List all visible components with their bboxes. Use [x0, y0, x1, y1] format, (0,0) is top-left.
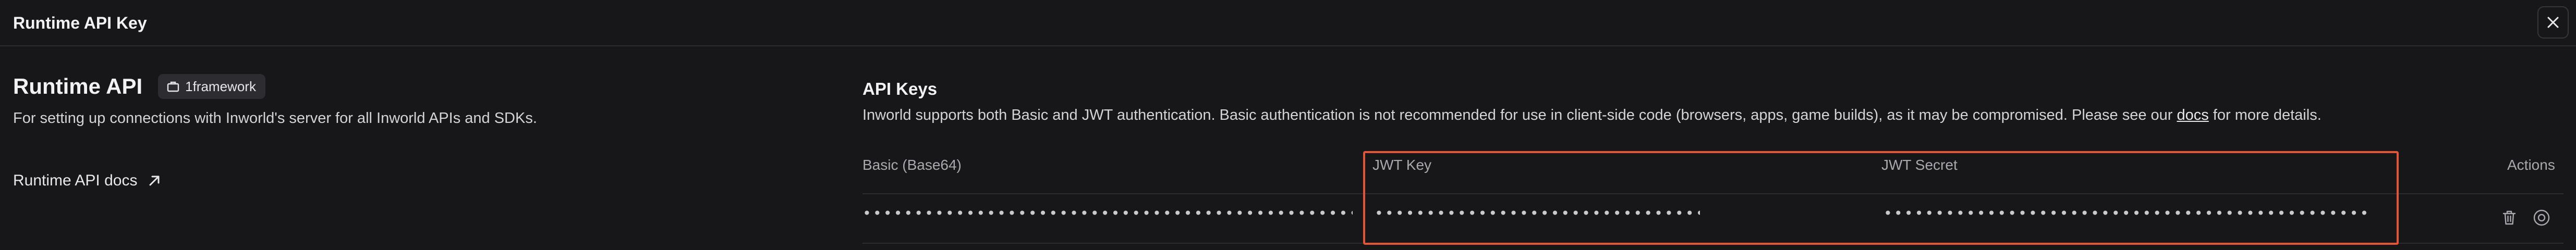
jwt-columns-highlight: [1363, 151, 2399, 245]
jwt-secret-value[interactable]: ••••••••••••••••••••••••••••••••••••••••…: [1884, 209, 2366, 218]
column-header-jwt-key: JWT Key: [1372, 157, 1432, 173]
docs-link-label: Runtime API docs: [13, 172, 138, 189]
dialog-header: Runtime API Key: [0, 0, 2576, 46]
api-keys-title: API Keys: [862, 79, 938, 98]
circle-dot-icon: [2533, 209, 2550, 226]
key-status-toggle[interactable]: [2530, 206, 2553, 229]
api-keys-section: API Keys Inworld supports both Basic and…: [862, 78, 2563, 125]
delete-key-button[interactable]: [2498, 206, 2521, 229]
section-title: Runtime API: [13, 74, 143, 98]
column-header-actions: Actions: [2507, 157, 2555, 173]
runtime-api-section: Runtime API 1framework For setting up co…: [13, 73, 537, 128]
arrow-up-right-icon: [149, 176, 160, 186]
column-header-jwt-secret: JWT Secret: [1881, 157, 1958, 173]
api-keys-description-text: Inworld supports both Basic and JWT auth…: [862, 107, 2177, 123]
api-keys-description-tail: for more details.: [2208, 107, 2322, 123]
section-description: For setting up connections with Inworld'…: [13, 110, 537, 127]
close-button[interactable]: [2537, 6, 2569, 39]
basic-key-value[interactable]: ••••••••••••••••••••••••••••••••••••••••…: [862, 209, 1353, 218]
column-header-basic: Basic (Base64): [862, 157, 962, 173]
table-row-divider: [862, 243, 2563, 244]
table-header-divider: [862, 193, 2563, 194]
section-title-row: Runtime API 1framework: [13, 73, 537, 100]
api-keys-description: Inworld supports both Basic and JWT auth…: [862, 105, 2563, 125]
workspace-badge: 1framework: [158, 74, 265, 99]
close-icon: [2547, 17, 2559, 28]
docs-link[interactable]: docs: [2177, 107, 2209, 123]
dialog-title: Runtime API Key: [13, 14, 147, 32]
briefcase-icon: [167, 81, 179, 92]
jwt-key-value[interactable]: ••••••••••••••••••••••••••••••••••••••••…: [1375, 209, 1700, 218]
runtime-api-docs-link[interactable]: Runtime API docs: [13, 172, 162, 190]
workspace-badge-label: 1framework: [185, 78, 256, 94]
trash-icon: [2502, 210, 2516, 225]
